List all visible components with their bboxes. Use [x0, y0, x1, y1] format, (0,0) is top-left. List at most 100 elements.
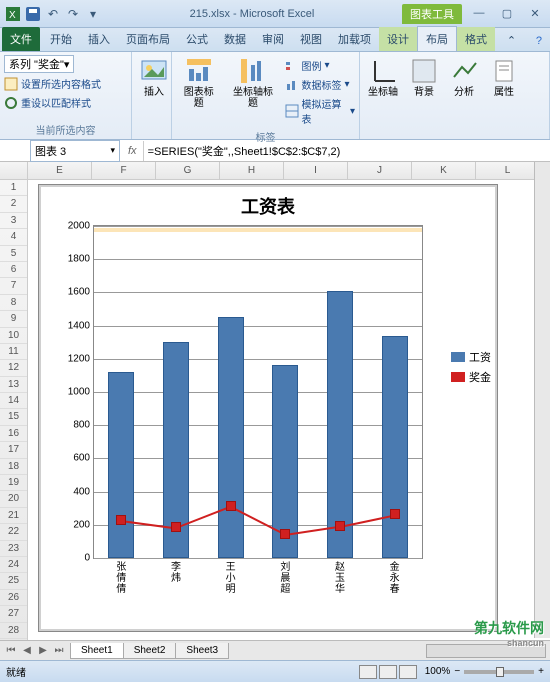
row-header[interactable]: 24 — [0, 557, 27, 573]
line-marker[interactable] — [171, 522, 181, 532]
bar[interactable] — [218, 317, 244, 558]
column-header[interactable]: K — [412, 162, 476, 179]
row-header[interactable]: 3 — [0, 213, 27, 229]
row-header[interactable]: 2 — [0, 196, 27, 212]
row-header[interactable]: 12 — [0, 360, 27, 376]
sheet-last-icon[interactable]: ⏭ — [52, 645, 66, 656]
row-header[interactable]: 15 — [0, 409, 27, 425]
legend-item-bar[interactable]: 工资 — [451, 349, 491, 365]
row-header[interactable]: 18 — [0, 459, 27, 475]
reset-style-button[interactable]: 重设以匹配样式 — [4, 94, 91, 111]
insert-button[interactable]: 插入 — [136, 55, 172, 100]
line-marker[interactable] — [335, 521, 345, 531]
column-header[interactable]: E — [28, 162, 92, 179]
row-header[interactable]: 19 — [0, 475, 27, 491]
line-marker[interactable] — [226, 501, 236, 511]
qat-dropdown-icon[interactable]: ▾ — [84, 5, 102, 23]
row-header[interactable]: 7 — [0, 278, 27, 294]
data-labels-button[interactable]: 数据标签 ▾ — [285, 76, 355, 93]
column-header[interactable]: G — [156, 162, 220, 179]
tab-view[interactable]: 视图 — [292, 27, 330, 51]
tab-home[interactable]: 开始 — [42, 27, 80, 51]
zoom-slider[interactable] — [464, 670, 534, 674]
zoom-out-icon[interactable]: − — [454, 666, 460, 677]
tab-layout[interactable]: 布局 — [417, 26, 457, 51]
axes-button[interactable]: 坐标轴 — [364, 55, 402, 100]
row-header[interactable]: 10 — [0, 328, 27, 344]
sheet-tab[interactable]: Sheet1 — [70, 643, 124, 659]
normal-view-icon[interactable] — [359, 665, 377, 679]
close-icon[interactable]: ✕ — [524, 7, 546, 20]
select-all[interactable] — [0, 162, 28, 179]
line-marker[interactable] — [116, 515, 126, 525]
horizontal-scrollbar[interactable] — [426, 644, 546, 658]
redo-icon[interactable]: ↷ — [64, 5, 82, 23]
save-icon[interactable] — [24, 5, 42, 23]
sheet-tab[interactable]: Sheet3 — [175, 643, 229, 659]
chart-element-dropdown[interactable]: 系列 "奖金"▾ — [4, 55, 74, 73]
zoom-thumb[interactable] — [496, 667, 504, 677]
row-header[interactable]: 22 — [0, 524, 27, 540]
vertical-scrollbar[interactable] — [534, 162, 550, 638]
row-header[interactable]: 16 — [0, 426, 27, 442]
tab-data[interactable]: 数据 — [216, 27, 254, 51]
embedded-chart[interactable]: 工资表 020040060080010001200140016001800200… — [38, 184, 498, 632]
column-header[interactable]: J — [348, 162, 412, 179]
page-break-view-icon[interactable] — [399, 665, 417, 679]
legend-item-line[interactable]: 奖金 — [451, 369, 491, 385]
row-header[interactable]: 25 — [0, 573, 27, 589]
undo-icon[interactable]: ↶ — [44, 5, 62, 23]
row-header[interactable]: 6 — [0, 262, 27, 278]
background-button[interactable]: 背景 — [406, 55, 442, 100]
analysis-button[interactable]: 分析 — [446, 55, 482, 100]
row-header[interactable]: 1 — [0, 180, 27, 196]
line-marker[interactable] — [280, 529, 290, 539]
zoom-level[interactable]: 100% — [425, 666, 451, 677]
cells-area[interactable]: 工资表 020040060080010001200140016001800200… — [28, 180, 550, 640]
column-header[interactable]: L — [476, 162, 540, 179]
legend-button[interactable]: 图例 ▾ — [285, 57, 355, 74]
tab-formulas[interactable]: 公式 — [178, 27, 216, 51]
row-header[interactable]: 26 — [0, 590, 27, 606]
name-box[interactable]: 图表 3▾ — [30, 140, 120, 162]
row-header[interactable]: 11 — [0, 344, 27, 360]
tab-file[interactable]: 文件 — [2, 27, 40, 51]
column-header[interactable]: I — [284, 162, 348, 179]
data-table-button[interactable]: 模拟运算表 ▾ — [285, 95, 355, 127]
line-marker[interactable] — [390, 509, 400, 519]
chart-title-button[interactable]: 图表标题 — [176, 55, 222, 111]
tab-pagelayout[interactable]: 页面布局 — [118, 27, 178, 51]
row-header[interactable]: 8 — [0, 295, 27, 311]
sheet-tab[interactable]: Sheet2 — [123, 643, 177, 659]
tab-format[interactable]: 格式 — [457, 27, 495, 51]
tab-review[interactable]: 审阅 — [254, 27, 292, 51]
row-header[interactable]: 27 — [0, 606, 27, 622]
bar[interactable] — [382, 336, 408, 558]
zoom-in-icon[interactable]: + — [538, 666, 544, 677]
row-header[interactable]: 28 — [0, 623, 27, 639]
column-header[interactable]: H — [220, 162, 284, 179]
row-header[interactable]: 13 — [0, 377, 27, 393]
excel-icon[interactable]: X — [4, 5, 22, 23]
formula-input[interactable]: =SERIES("奖金",,Sheet1!$C$2:$C$7,2) — [143, 141, 550, 161]
plot-area[interactable]: 0200400600800100012001400160018002000张倩倩… — [49, 225, 427, 583]
restore-icon[interactable]: ▢ — [496, 7, 518, 20]
row-header[interactable]: 21 — [0, 508, 27, 524]
page-layout-view-icon[interactable] — [379, 665, 397, 679]
row-header[interactable]: 20 — [0, 491, 27, 507]
row-header[interactable]: 23 — [0, 541, 27, 557]
tab-design[interactable]: 设计 — [379, 27, 417, 51]
sheet-prev-icon[interactable]: ◀ — [20, 645, 34, 656]
row-header[interactable]: 14 — [0, 393, 27, 409]
tab-insert[interactable]: 插入 — [80, 27, 118, 51]
tab-addins[interactable]: 加载项 — [330, 27, 379, 51]
sheet-first-icon[interactable]: ⏮ — [4, 645, 18, 656]
chart-legend[interactable]: 工资 奖金 — [451, 345, 491, 389]
bar[interactable] — [108, 372, 134, 558]
ribbon-minimize-icon[interactable]: ⌃ — [499, 30, 524, 51]
row-header[interactable]: 9 — [0, 311, 27, 327]
help-icon[interactable]: ? — [528, 31, 550, 51]
row-header[interactable]: 5 — [0, 246, 27, 262]
row-header[interactable]: 17 — [0, 442, 27, 458]
format-selection-button[interactable]: 设置所选内容格式 — [4, 75, 101, 92]
